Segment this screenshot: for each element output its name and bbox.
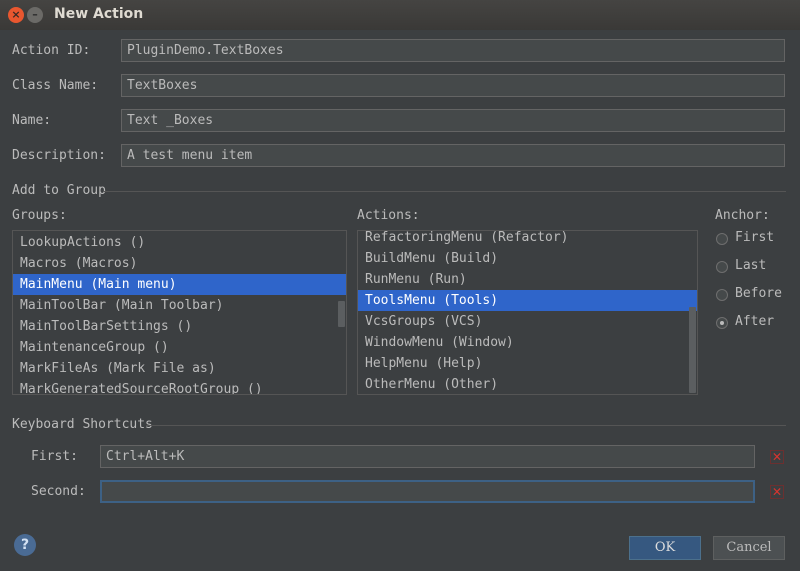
actions-list-item[interactable]: ToolsMenu (Tools) [358, 290, 697, 311]
action-id-field[interactable]: PluginDemo.TextBoxes [121, 39, 785, 62]
first-shortcut-field[interactable]: Ctrl+Alt+K [100, 445, 755, 468]
name-field[interactable]: Text _Boxes [121, 109, 785, 132]
keyboard-shortcuts-label: Keyboard Shortcuts [12, 417, 153, 432]
groups-scrollbar-thumb[interactable] [338, 301, 345, 327]
second-shortcut-label: Second: [31, 484, 86, 499]
anchor-radio-first[interactable] [716, 233, 728, 245]
groups-list-item[interactable]: MarkGeneratedSourceRootGroup () [13, 379, 346, 394]
actions-list[interactable]: RefactoringMenu (Refactor) BuildMenu (Bui… [357, 230, 698, 395]
actions-list-item[interactable]: RefactoringMenu (Refactor) [358, 231, 697, 248]
help-icon[interactable]: ? [14, 534, 36, 556]
minimize-window-icon[interactable]: – [27, 7, 43, 23]
groups-list-item[interactable]: MainToolBar (Main Toolbar) [13, 295, 346, 316]
clear-second-shortcut-icon[interactable]: ✕ [770, 484, 784, 499]
cancel-button[interactable]: Cancel [713, 536, 785, 560]
anchor-radio-after[interactable] [716, 317, 728, 329]
name-label: Name: [12, 113, 52, 128]
actions-list-item[interactable]: BuildMenu (Build) [358, 248, 697, 269]
actions-list-item[interactable]: HelpMenu (Help) [358, 353, 697, 374]
radio-selected-dot [720, 321, 724, 325]
class-name-label: Class Name: [12, 78, 99, 93]
keyboard-shortcuts-separator [146, 425, 786, 426]
groups-label: Groups: [12, 208, 67, 223]
add-to-group-separator [104, 191, 786, 192]
actions-list-item[interactable]: VcsGroups (VCS) [358, 311, 697, 332]
actions-label: Actions: [357, 208, 420, 223]
actions-list-item[interactable]: RunMenu (Run) [358, 269, 697, 290]
class-name-field[interactable]: TextBoxes [121, 74, 785, 97]
actions-list-item[interactable]: WindowMenu (Window) [358, 332, 697, 353]
second-shortcut-field[interactable] [100, 480, 755, 503]
description-field[interactable]: A test menu item [121, 144, 785, 167]
anchor-label-before[interactable]: Before [735, 286, 782, 301]
title-bar: × – New Action [0, 0, 800, 30]
close-window-icon[interactable]: × [8, 7, 24, 23]
groups-list-item[interactable]: Macros (Macros) [13, 253, 346, 274]
groups-list[interactable]: LookupActions () Macros (Macros) MainMenu … [12, 230, 347, 395]
ok-button[interactable]: OK [629, 536, 701, 560]
add-to-group-label: Add to Group [12, 183, 106, 198]
first-shortcut-label: First: [31, 449, 78, 464]
groups-list-item[interactable]: LookupActions () [13, 232, 346, 253]
groups-list-item[interactable]: MaintenanceGroup () [13, 337, 346, 358]
anchor-label-after[interactable]: After [735, 314, 774, 329]
groups-list-item[interactable]: MarkFileAs (Mark File as) [13, 358, 346, 379]
action-id-label: Action ID: [12, 43, 91, 58]
groups-list-item[interactable]: MainMenu (Main menu) [13, 274, 346, 295]
groups-list-item[interactable]: MainToolBarSettings () [13, 316, 346, 337]
anchor-radio-last[interactable] [716, 261, 728, 273]
anchor-label: Anchor: [715, 208, 770, 223]
actions-scrollbar-thumb[interactable] [689, 307, 696, 393]
actions-list-item[interactable]: OtherMenu (Other) [358, 374, 697, 394]
anchor-label-last[interactable]: Last [735, 258, 766, 273]
anchor-radio-before[interactable] [716, 289, 728, 301]
window-title: New Action [54, 6, 144, 22]
description-label: Description: [12, 148, 106, 163]
anchor-label-first[interactable]: First [735, 230, 774, 245]
clear-first-shortcut-icon[interactable]: ✕ [770, 449, 784, 464]
